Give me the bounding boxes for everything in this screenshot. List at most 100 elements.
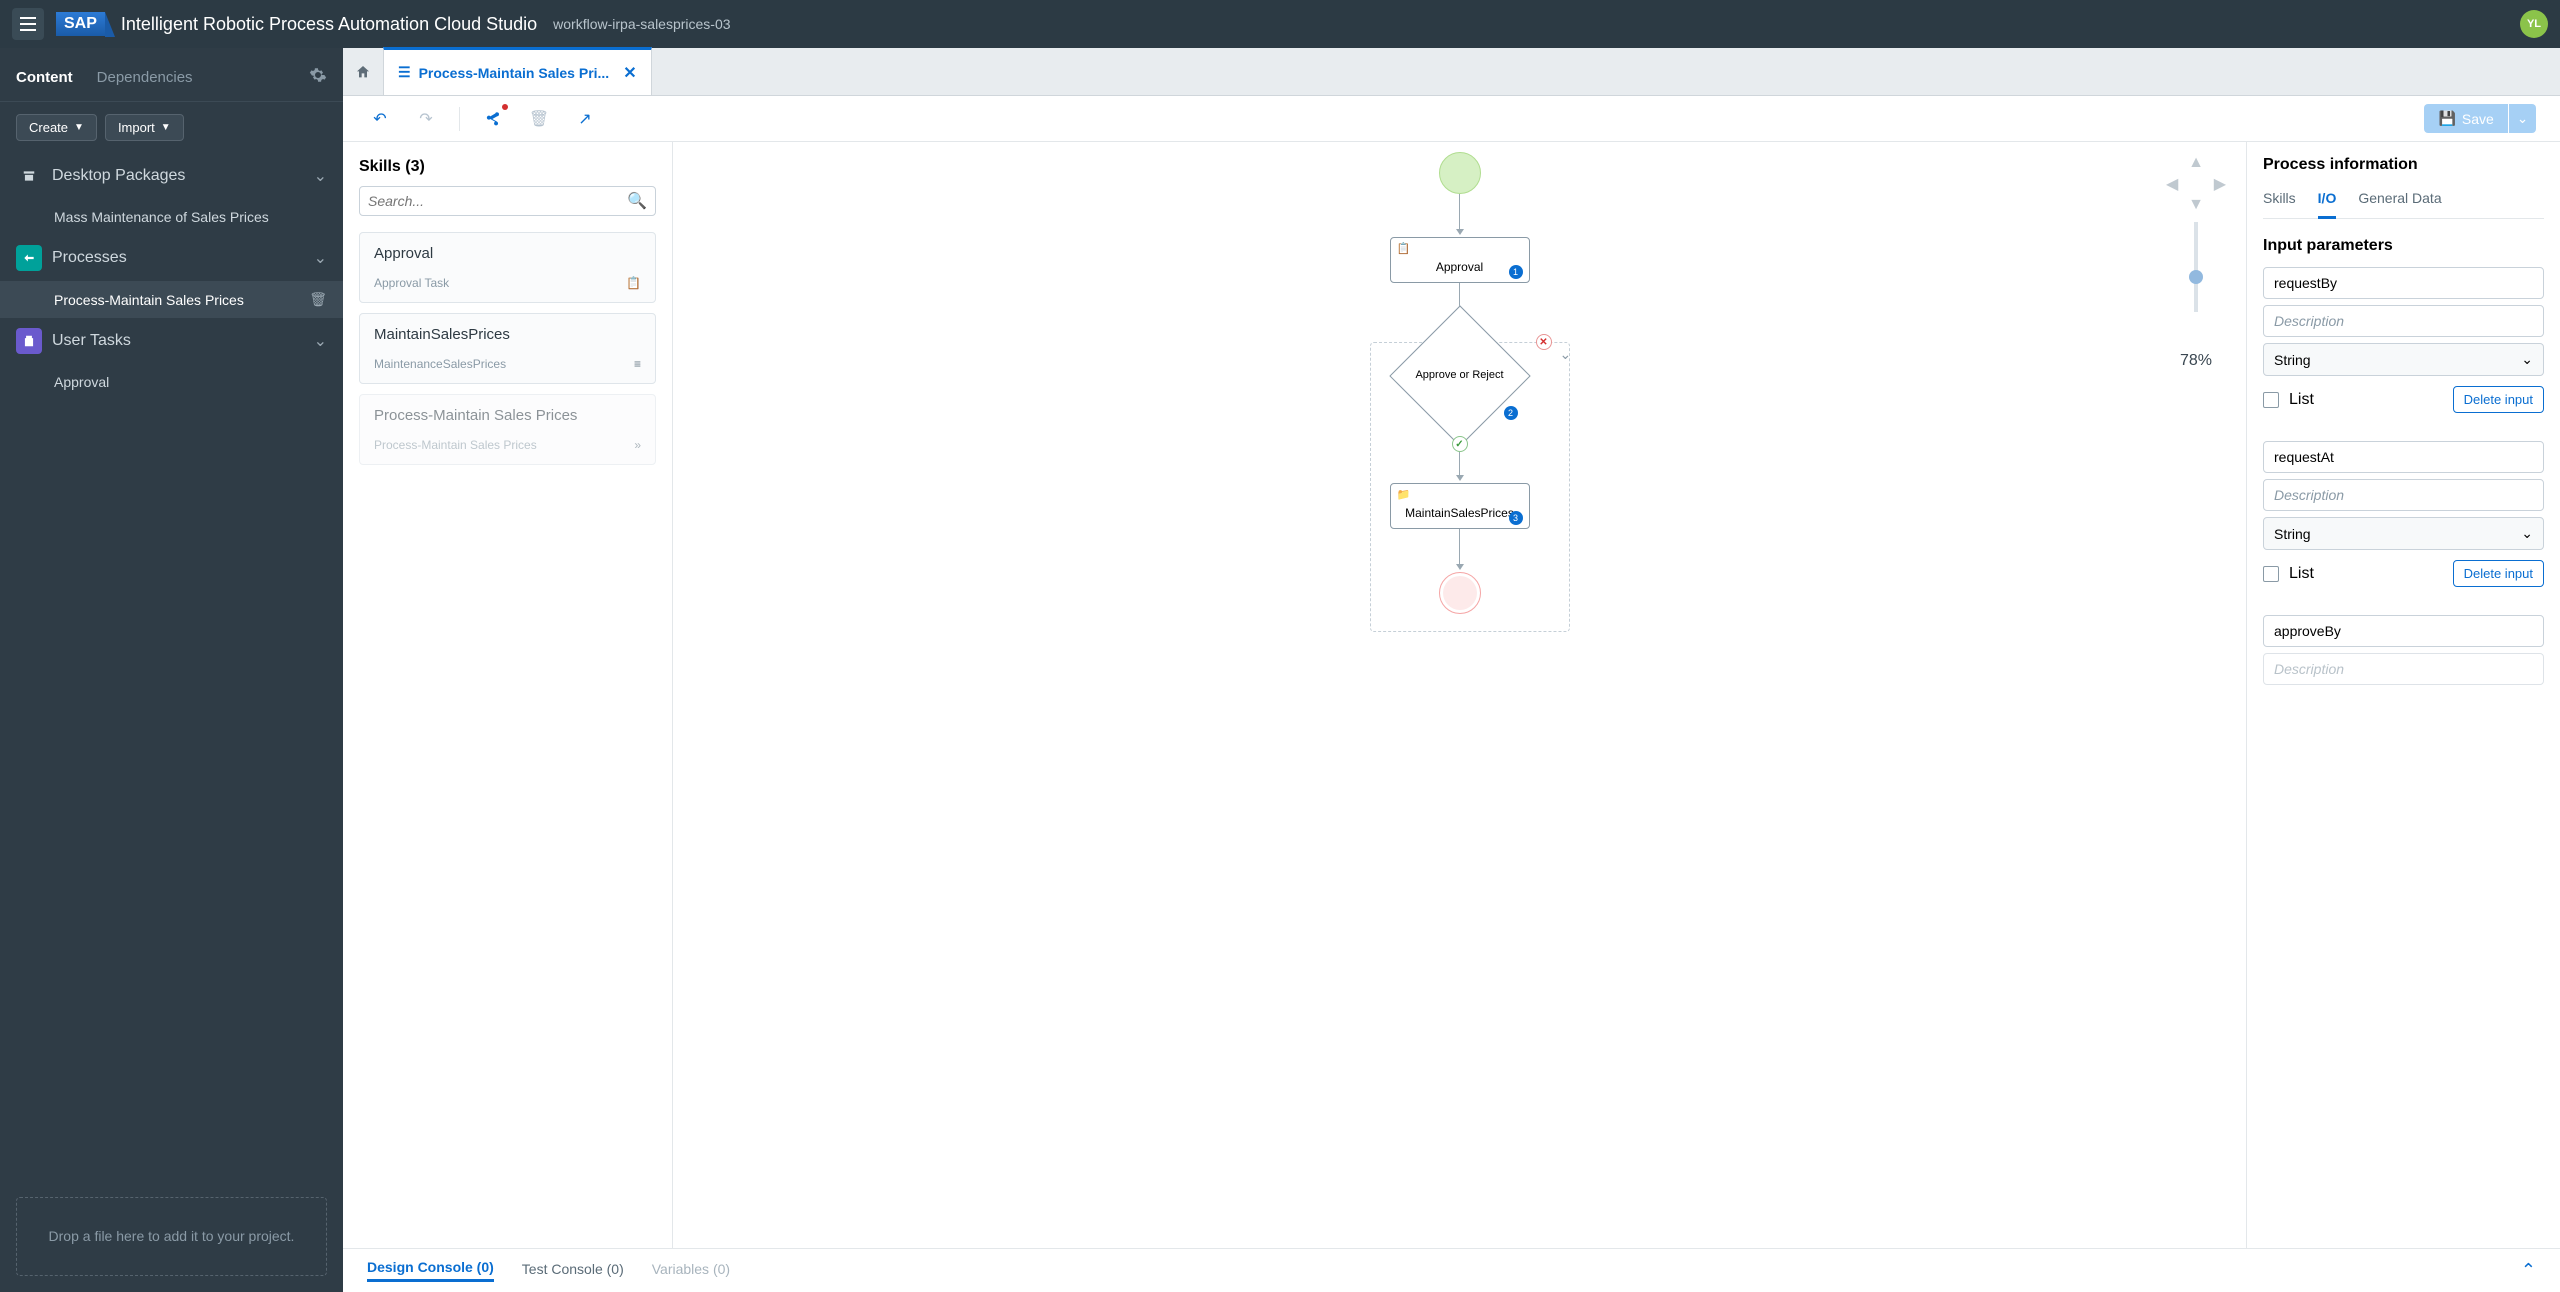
param-type-select[interactable]: String ⌄ — [2263, 517, 2544, 550]
end-node[interactable] — [1439, 572, 1481, 614]
reject-icon[interactable]: ✕ — [1536, 334, 1552, 350]
chevron-down-icon: ⌄ — [314, 331, 327, 351]
panel-title: Process information — [2263, 156, 2544, 174]
tree-group-desktop-packages[interactable]: Desktop Packages ⌄ — [0, 153, 343, 199]
panel-tab-io[interactable]: I/O — [2318, 190, 2337, 219]
tab-strip: ☰ Process-Maintain Sales Pri... ✕ — [343, 48, 2560, 96]
bottom-tab-variables[interactable]: Variables (0) — [652, 1261, 730, 1281]
node-approval[interactable]: 📋 Approval 1 — [1390, 237, 1530, 283]
zoom-slider[interactable] — [2194, 222, 2198, 312]
redo-button: ↷ — [413, 106, 439, 132]
chevron-down-icon: ⌄ — [314, 248, 327, 268]
list-checkbox[interactable] — [2263, 392, 2279, 408]
search-input[interactable] — [368, 193, 627, 209]
export-button[interactable]: ↗ — [572, 106, 598, 132]
undo-button[interactable]: ↶ — [367, 106, 393, 132]
skills-panel: Skills (3) 🔍 Approval Approval Task📋 Mai… — [343, 142, 673, 1248]
save-dropdown[interactable]: ⌄ — [2509, 104, 2536, 133]
gear-icon[interactable] — [309, 66, 327, 89]
toolbar: ↶ ↷ 🗑 ↗ 💾 Save ⌄ — [343, 96, 2560, 142]
clipboard-icon: 📋 — [626, 276, 641, 290]
delete-input-button[interactable]: Delete input — [2453, 560, 2544, 587]
tab-process-maintain[interactable]: ☰ Process-Maintain Sales Pri... ✕ — [383, 47, 652, 95]
chevron-down-icon: ▼ — [161, 122, 171, 133]
panel-tab-general[interactable]: General Data — [2358, 190, 2441, 218]
skill-card-approval[interactable]: Approval Approval Task📋 — [359, 232, 656, 303]
create-button[interactable]: Create▼ — [16, 114, 97, 141]
pan-widget[interactable]: ▲ ▼ ◀ ▶ — [2166, 154, 2226, 214]
tree-item-approval[interactable]: Approval — [0, 364, 343, 400]
workflow-icon: ☰ — [398, 64, 411, 81]
sidebar-tab-dependencies[interactable]: Dependencies — [97, 69, 193, 86]
param-name-field[interactable]: approveBy — [2263, 615, 2544, 647]
close-icon[interactable]: ✕ — [623, 63, 636, 83]
param-approveby: approveBy Description — [2263, 615, 2544, 685]
param-desc-field[interactable]: Description — [2263, 653, 2544, 685]
sidebar: Content Dependencies Create▼ Import▼ Des… — [0, 48, 343, 1292]
right-panel: Process information Skills I/O General D… — [2246, 142, 2560, 1248]
zoom-level: 78% — [2180, 352, 2212, 370]
tree-item-process-maintain[interactable]: Process-Maintain Sales Prices 🗑 — [0, 281, 343, 318]
import-button[interactable]: Import▼ — [105, 114, 184, 141]
chevron-down-icon: ⌄ — [2521, 525, 2533, 542]
start-node[interactable] — [1439, 152, 1481, 194]
app-title: Intelligent Robotic Process Automation C… — [121, 14, 537, 35]
delete-input-button[interactable]: Delete input — [2453, 386, 2544, 413]
menu-button[interactable] — [12, 8, 44, 40]
param-requestby: requestBy Description String ⌄ List Dele… — [2263, 267, 2544, 413]
sap-logo: SAP — [56, 12, 105, 36]
app-header: SAP Intelligent Robotic Process Automati… — [0, 0, 2560, 48]
tree-group-user-tasks[interactable]: User Tasks ⌄ — [0, 318, 343, 364]
delete-button[interactable]: 🗑 — [526, 106, 552, 132]
bottom-tab-test[interactable]: Test Console (0) — [522, 1261, 624, 1281]
home-tab[interactable] — [343, 48, 383, 95]
share-button[interactable] — [480, 106, 506, 132]
node-maintain[interactable]: 📁 MaintainSalesPrices 3 — [1390, 483, 1530, 529]
pan-right[interactable]: ▶ — [2214, 174, 2226, 194]
user-task-icon — [16, 328, 42, 354]
package-icon — [16, 163, 42, 189]
skills-search[interactable]: 🔍 — [359, 186, 656, 216]
param-name-field[interactable]: requestAt — [2263, 441, 2544, 473]
bottom-bar: Design Console (0) Test Console (0) Vari… — [343, 1248, 2560, 1292]
save-button[interactable]: 💾 Save — [2424, 104, 2507, 133]
search-icon: 🔍 — [627, 191, 647, 211]
param-requestat: requestAt Description String ⌄ List Dele… — [2263, 441, 2544, 587]
bottom-tab-design[interactable]: Design Console (0) — [367, 1259, 494, 1282]
pan-down[interactable]: ▼ — [2188, 196, 2204, 214]
flow-icon: » — [634, 438, 641, 452]
node-decision[interactable]: Approve or Reject ✕ 2 — [1370, 326, 1550, 426]
user-avatar[interactable]: YL — [2520, 10, 2548, 38]
tree-item-mass-maintenance[interactable]: Mass Maintenance of Sales Prices — [0, 199, 343, 235]
panel-tab-skills[interactable]: Skills — [2263, 190, 2296, 218]
chevron-down-icon: ⌄ — [314, 166, 327, 186]
param-name-field[interactable]: requestBy — [2263, 267, 2544, 299]
pan-left[interactable]: ◀ — [2166, 174, 2178, 194]
drop-zone[interactable]: Drop a file here to add it to your proje… — [16, 1197, 327, 1276]
skills-title: Skills (3) — [359, 158, 656, 176]
skill-card-maintain[interactable]: MaintainSalesPrices MaintenanceSalesPric… — [359, 313, 656, 384]
chevron-down-icon: ▼ — [74, 122, 84, 133]
list-checkbox[interactable] — [2263, 566, 2279, 582]
sidebar-tab-content[interactable]: Content — [16, 69, 73, 86]
pan-up[interactable]: ▲ — [2188, 154, 2204, 172]
content-area: ☰ Process-Maintain Sales Pri... ✕ ↶ ↷ 🗑 … — [343, 48, 2560, 1292]
expand-icon[interactable]: ⌃ — [2521, 1260, 2536, 1281]
param-desc-field[interactable]: Description — [2263, 479, 2544, 511]
input-params-title: Input parameters — [2263, 237, 2544, 255]
approve-icon: ✓ — [1452, 436, 1468, 452]
hamburger-icon — [20, 17, 36, 31]
project-name: workflow-irpa-salesprices-03 — [553, 16, 730, 32]
save-icon: 💾 — [2438, 110, 2455, 127]
trash-icon[interactable]: 🗑 — [309, 291, 327, 308]
process-icon — [16, 245, 42, 271]
tree-group-processes[interactable]: Processes ⌄ — [0, 235, 343, 281]
param-desc-field[interactable]: Description — [2263, 305, 2544, 337]
layers-icon: ≡ — [634, 357, 641, 371]
skill-card-process[interactable]: Process-Maintain Sales Prices Process-Ma… — [359, 394, 656, 465]
chevron-down-icon: ⌄ — [2521, 351, 2533, 368]
zoom-thumb[interactable] — [2189, 270, 2203, 284]
flow-canvas[interactable]: ⌄ 📋 Approval 1 Approve or Reject — [673, 142, 2246, 1248]
clipboard-icon: 📋 — [1397, 242, 1411, 255]
param-type-select[interactable]: String ⌄ — [2263, 343, 2544, 376]
